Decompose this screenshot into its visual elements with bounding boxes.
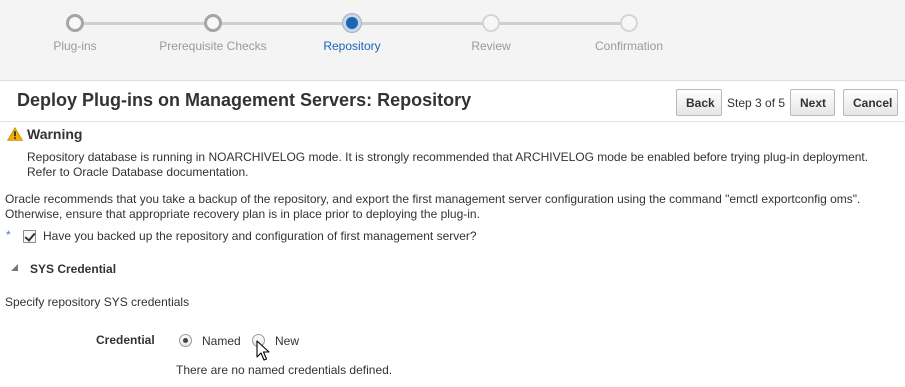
- warning-triangle-icon: [7, 127, 23, 141]
- warning-message: Repository database is running in NOARCH…: [27, 150, 897, 180]
- warning-title: Warning: [27, 126, 83, 142]
- collapse-triangle-icon[interactable]: [11, 264, 18, 271]
- backup-confirmation-checkbox[interactable]: [23, 230, 36, 243]
- train-label-plugins[interactable]: Plug-ins: [53, 39, 96, 53]
- credential-named-radio[interactable]: [179, 334, 192, 347]
- train-divider: [0, 80, 905, 81]
- train-stop-plugins[interactable]: [66, 14, 84, 32]
- train-label-repository: Repository: [323, 39, 381, 53]
- mouse-pointer-icon: [256, 340, 270, 361]
- next-button[interactable]: Next: [790, 89, 835, 116]
- backup-recommendation-line-2: Otherwise, ensure that appropriate recov…: [5, 207, 480, 221]
- credential-new-label[interactable]: New: [275, 334, 299, 348]
- warning-message-line-1: Repository database is running in NOARCH…: [27, 150, 869, 164]
- backup-recommendation: Oracle recommends that you take a backup…: [5, 192, 900, 222]
- train-stop-review: [482, 14, 500, 32]
- header-divider: [0, 121, 905, 122]
- credential-named-label[interactable]: Named: [202, 334, 241, 348]
- backup-recommendation-line-1: Oracle recommends that you take a backup…: [5, 192, 861, 206]
- warning-message-line-2: Refer to Oracle Database documentation.: [27, 165, 249, 179]
- train-stop-confirmation: [620, 14, 638, 32]
- train-stop-repository: [343, 14, 361, 32]
- required-indicator: *: [6, 228, 11, 242]
- wizard-train: Plug-ins Prerequisite Checks Repository …: [0, 0, 905, 80]
- sys-credential-description: Specify repository SYS credentials: [5, 295, 190, 309]
- no-named-credentials-message: There are no named credentials defined.: [176, 363, 393, 377]
- train-stop-prerequisite-checks[interactable]: [204, 14, 222, 32]
- train-label-review: Review: [471, 39, 511, 53]
- train-label-prerequisite-checks[interactable]: Prerequisite Checks: [159, 39, 266, 53]
- credential-label: Credential: [96, 333, 155, 347]
- cancel-button[interactable]: Cancel: [843, 89, 898, 116]
- back-button[interactable]: Back: [676, 89, 722, 116]
- page-title: Deploy Plug-ins on Management Servers: R…: [17, 90, 472, 110]
- sys-credential-section-title[interactable]: SYS Credential: [30, 262, 116, 276]
- backup-confirmation-label[interactable]: Have you backed up the repository and co…: [43, 229, 477, 243]
- train-label-confirmation: Confirmation: [594, 39, 664, 53]
- step-indicator: Step 3 of 5: [727, 96, 786, 110]
